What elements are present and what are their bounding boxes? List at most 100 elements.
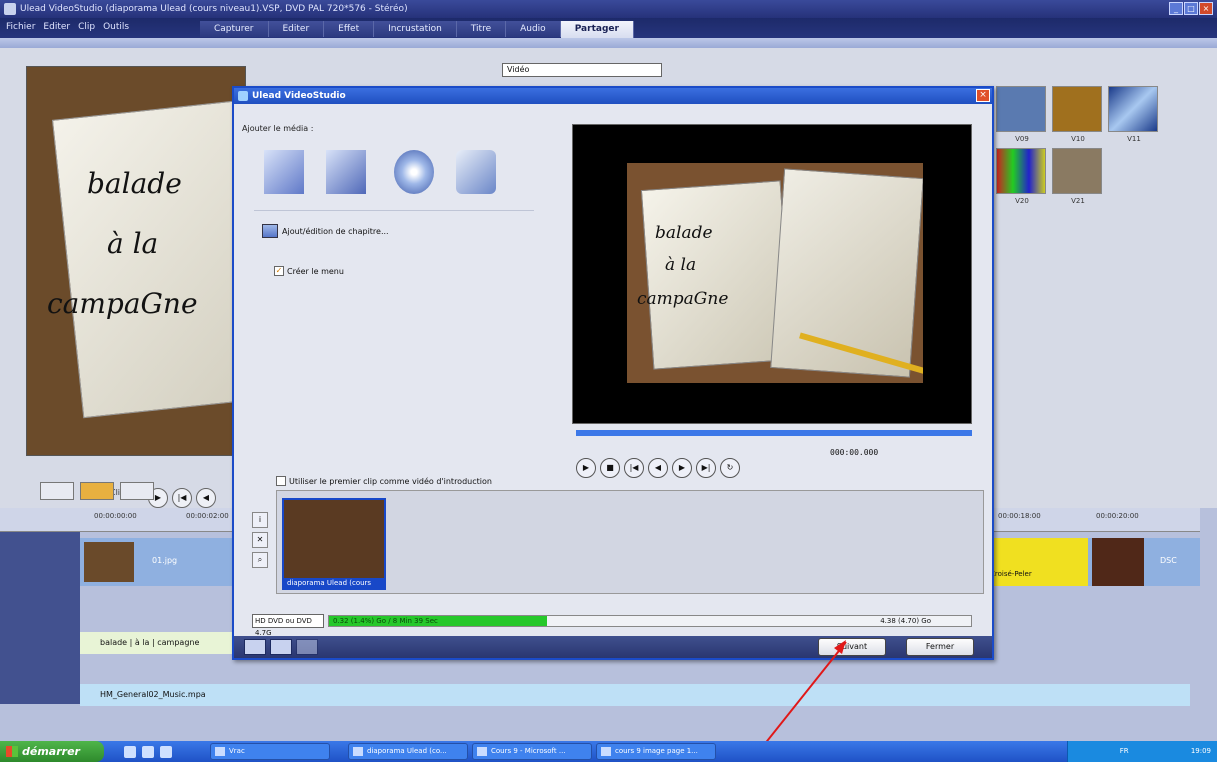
library-thumb[interactable]: V11 [1108,86,1158,143]
end-icon[interactable]: ▶| [696,458,716,478]
chapter-label: Ajout/édition de chapitre... [282,226,389,236]
ruler-tick: 00:00:20:00 [1096,512,1139,520]
list-view-icon[interactable] [244,639,266,655]
add-project-icon[interactable] [326,150,366,194]
tab-capturer[interactable]: Capturer [200,21,269,37]
tab-titre[interactable]: Titre [456,21,507,37]
tab-audio[interactable]: Audio [506,21,561,37]
desktop-icon[interactable] [124,746,136,758]
library-category-select[interactable]: Vidéo [502,63,662,77]
task-button[interactable]: Cours 9 - Microsoft ... [472,743,592,760]
preview-controls: ▶ ■ |◀ ◀ ▶ ▶| ↻ [576,458,740,478]
dialog-preview: balade à la campaGne [572,124,972,424]
disc-type-select[interactable]: HD DVD ou DVD 4.7G [252,614,324,637]
menu-bar: Fichier Editer Clip Outils Capturer Edit… [0,18,1217,48]
library-thumb[interactable]: V21 [1052,148,1102,205]
intro-clip-option[interactable]: ✓ Utiliser le premier clip comme vidéo d… [276,476,492,486]
timeline-view-button[interactable] [80,482,114,500]
ruler-tick: 00:00:18:00 [998,512,1041,520]
delete-icon[interactable]: ✕ [252,532,268,548]
media-icon[interactable] [160,746,172,758]
library-thumb[interactable]: V10 [1052,86,1102,143]
minimize-icon[interactable]: _ [1169,2,1183,15]
prev-frame-icon[interactable]: ◀ [648,458,668,478]
next-button[interactable]: Suivant [818,638,886,656]
dialog-preview-text-line: à la [665,255,697,275]
menu-clip[interactable]: Clip [78,22,95,32]
dialog-title: Ulead VideoStudio [252,91,346,101]
intro-clip-checkbox[interactable]: ✓ [276,476,286,486]
media-clip-caption: diaporama Ulead (cours [284,578,384,588]
disabled-icon [296,639,318,655]
transition-clip[interactable]: Croisé-Peler [988,538,1088,586]
section-divider [254,210,534,211]
menu-fichier[interactable]: Fichier [6,22,35,32]
menu-editer[interactable]: Editer [43,22,70,32]
dialog-title-bar: Ulead VideoStudio [234,88,992,104]
home-icon[interactable]: |◀ [624,458,644,478]
next-frame-icon[interactable]: ▶ [672,458,692,478]
dialog-preview-text-line: campaGne [637,289,729,309]
menu-outils[interactable]: Outils [103,22,129,32]
audio-view-button[interactable] [120,482,154,500]
create-menu-option[interactable]: ✓ Créer le menu [274,266,344,276]
storyboard-view-button[interactable] [40,482,74,500]
preview-text-line: balade [87,167,182,200]
add-video-file-icon[interactable] [264,150,304,194]
chapter-icon [262,224,278,238]
preview-photo: balade à la campaGne [627,163,923,383]
chapter-edit-button[interactable]: Ajout/édition de chapitre... [262,224,389,238]
ruler-tick: 00:00:02:00 [186,512,229,520]
properties-icon[interactable]: i [252,512,268,528]
home-icon[interactable]: |◀ [172,488,192,508]
task-button[interactable]: diaporama Ulead (co... [348,743,468,760]
book-left [640,180,794,370]
video-clip-thumb[interactable] [1092,538,1144,586]
tab-editer[interactable]: Editer [268,21,325,37]
dialog-close-icon[interactable]: × [976,89,990,102]
window-title: Ulead VideoStudio (diaporama Ulead (cour… [20,4,408,14]
close-button[interactable]: Fermer [906,638,974,656]
capacity-used: 0.32 (1.4%) Go / 8 Min 39 Sec [333,617,438,625]
prev-frame-icon[interactable]: ◀ [196,488,216,508]
title-clip[interactable]: balade | à la | campagne [80,632,232,654]
add-mobile-device-icon[interactable] [456,150,496,194]
tab-effet[interactable]: Effet [324,21,375,37]
language-indicator[interactable]: FR [1120,747,1129,755]
clock: 19:09 [1190,747,1211,755]
clip-tools: i ✕ ⌕ [252,512,268,568]
timecode[interactable]: 000:00.000 [830,448,878,457]
track-headers [0,532,80,704]
task-button[interactable]: Vrac [210,743,330,760]
settings-icon[interactable] [270,639,292,655]
task-buttons: Vrac diaporama Ulead (co... Cours 9 - Mi… [210,743,716,760]
add-media-label: Ajouter le média : [242,124,314,133]
stop-icon[interactable]: ■ [600,458,620,478]
preview-text-line: campaGne [47,287,198,320]
dvd-wizard-dialog: Ulead VideoStudio × Ajouter le média : A… [232,86,994,660]
library-thumb[interactable]: V20 [996,148,1046,205]
task-button[interactable]: cours 9 image page 1... [596,743,716,760]
repeat-icon[interactable]: ↻ [720,458,740,478]
close-icon[interactable]: × [1199,2,1213,15]
tab-stripe [0,38,1217,48]
preview-scrubber[interactable] [576,430,972,436]
quick-launch [124,746,172,758]
media-clip-item[interactable]: diaporama Ulead (cours [282,498,386,590]
add-disc-icon[interactable] [394,150,434,194]
tab-incrustation[interactable]: Incrustation [374,21,457,37]
library-thumb[interactable]: V09 [996,86,1046,143]
windows-flag-icon [6,746,18,757]
zoom-icon[interactable]: ⌕ [252,552,268,568]
taskbar: démarrer Vrac diaporama Ulead (co... Cou… [0,741,1217,762]
app-icon [4,3,16,15]
video-clip-thumb[interactable] [84,542,134,582]
create-menu-checkbox[interactable]: ✓ [274,266,284,276]
browser-icon[interactable] [142,746,154,758]
start-button[interactable]: démarrer [0,741,104,762]
maximize-icon[interactable]: □ [1184,2,1198,15]
play-icon[interactable]: ▶ [576,458,596,478]
step-tabs: Capturer Editer Effet Incrustation Titre… [200,21,634,39]
music-clip[interactable]: HM_General02_Music.mpa [80,684,1190,706]
tab-partager[interactable]: Partager [560,21,634,39]
